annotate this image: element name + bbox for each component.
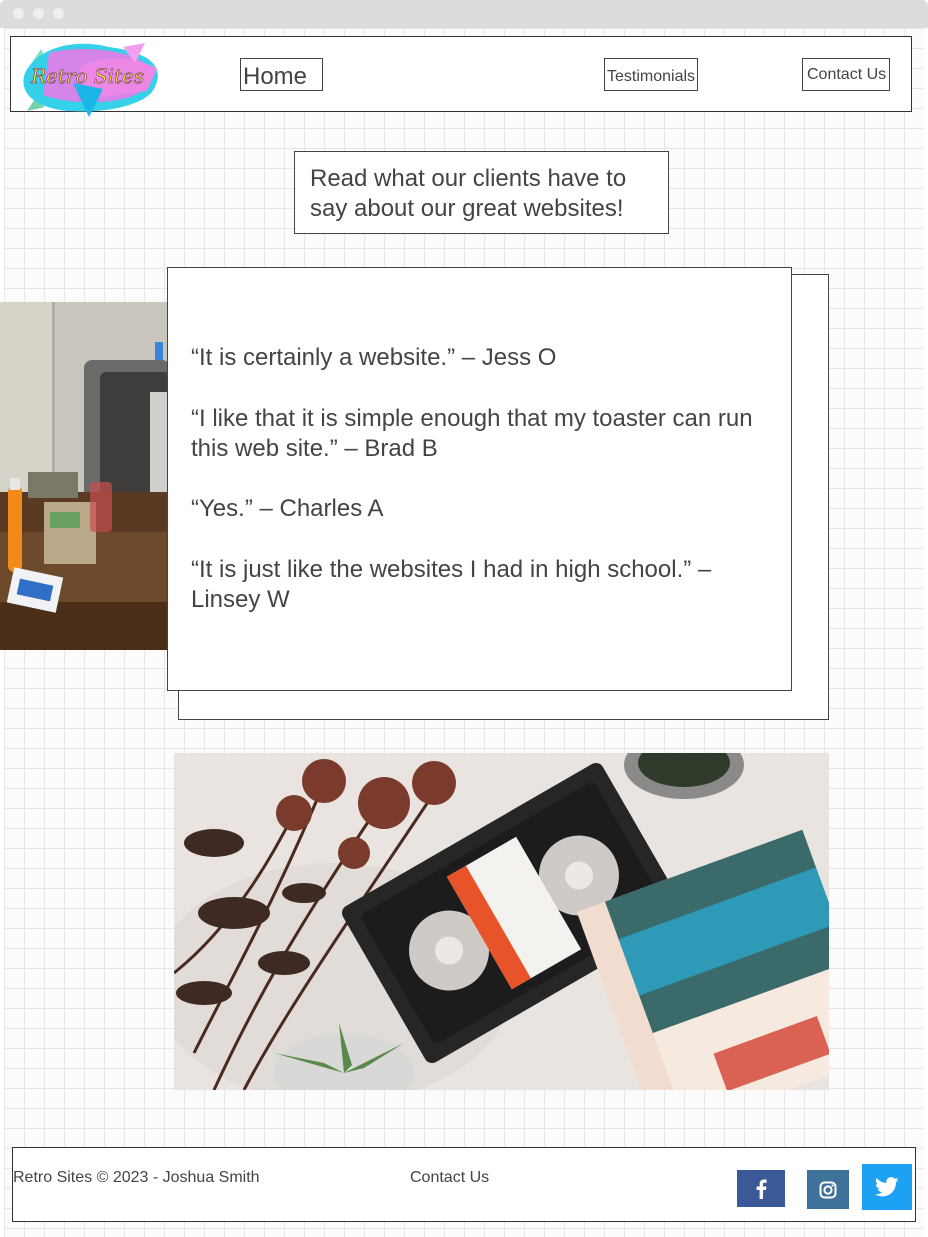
instagram-icon[interactable]: [807, 1170, 849, 1209]
footer-copyright: Retro Sites © 2023 - Joshua Smith: [13, 1169, 260, 1186]
retro-tv-desk-image: [0, 302, 170, 650]
nav-contact-button[interactable]: Contact Us: [802, 58, 890, 91]
site-header: Retro Sites Home Testimonials Contact Us: [10, 36, 912, 117]
testimonial-card: “It is certainly a website.” – Jess O “I…: [167, 267, 792, 691]
side-photo: [0, 302, 170, 650]
logo-graphic: Retro Sites: [23, 43, 158, 117]
testimonial-quote: “It is just like the websites I had in h…: [191, 556, 712, 613]
testimonial-quote: “Yes.” – Charles A: [191, 495, 384, 522]
facebook-icon[interactable]: [737, 1170, 785, 1207]
site-logo[interactable]: Retro Sites: [19, 39, 161, 121]
window-maximize-dot[interactable]: [53, 8, 64, 19]
logo-text: Retro Sites: [30, 64, 144, 88]
main-photo: [174, 753, 829, 1090]
window-close-dot[interactable]: [13, 8, 24, 19]
intro-box: Read what our clients have to say about …: [294, 151, 669, 234]
intro-text: Read what our clients have to say about …: [310, 165, 627, 222]
testimonial-quote: “It is certainly a website.” – Jess O: [191, 344, 557, 371]
vhs-tape-image: [174, 753, 829, 1090]
testimonial-quote: “I like that it is simple enough that my…: [191, 405, 753, 462]
site-footer: Retro Sites © 2023 - Joshua Smith Contac…: [12, 1147, 916, 1222]
twitter-icon[interactable]: [862, 1164, 912, 1210]
nav-testimonials-button[interactable]: Testimonials: [604, 58, 698, 91]
window-minimize-dot[interactable]: [33, 8, 44, 19]
footer-contact-link[interactable]: Contact Us: [410, 1169, 489, 1187]
nav-home-button[interactable]: Home: [240, 58, 323, 91]
browser-titlebar: [0, 0, 928, 28]
